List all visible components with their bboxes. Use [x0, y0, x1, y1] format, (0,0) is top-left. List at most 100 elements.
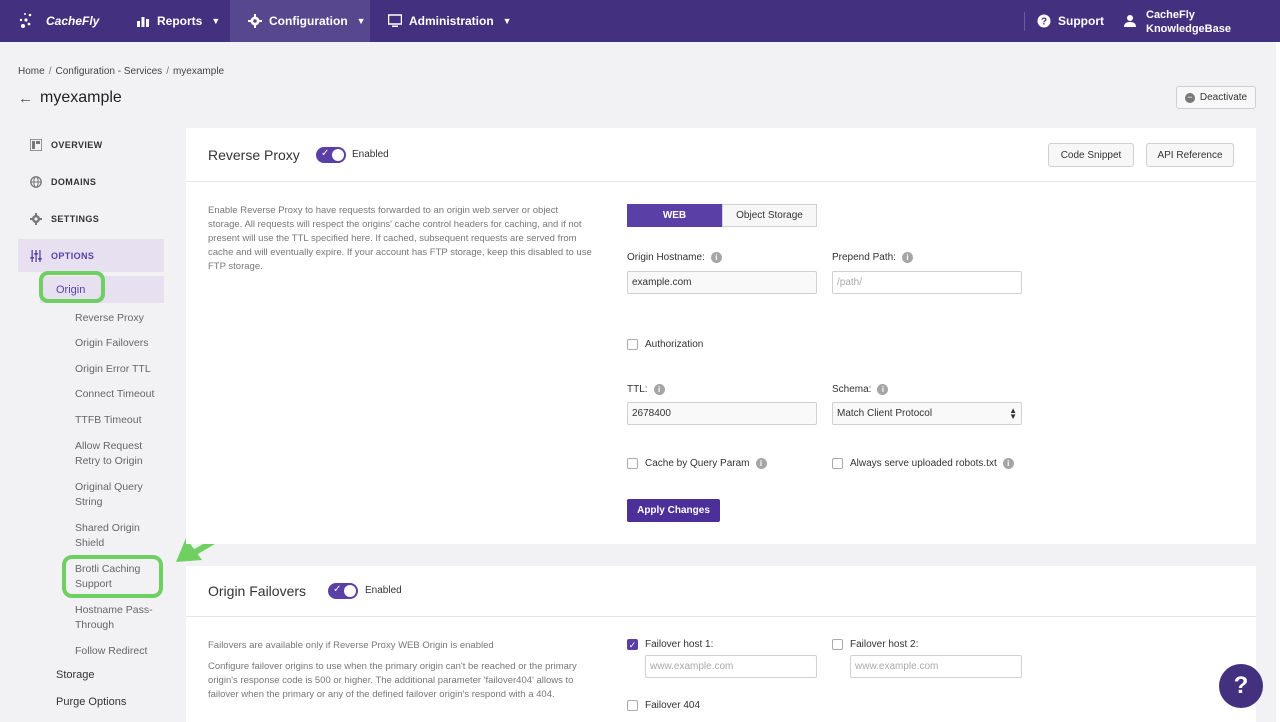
schema-select[interactable]: Match Client Protocol ▲ ▼: [832, 402, 1022, 425]
robots-checkbox[interactable]: [832, 458, 843, 469]
info-icon[interactable]: i: [710, 252, 722, 263]
question-circle-icon: ?: [1037, 14, 1051, 28]
check-icon: ✓: [321, 148, 330, 159]
info-icon[interactable]: i: [877, 384, 889, 395]
top-navbar: CacheFly Reports ▼ Configuration ▼ Admin…: [0, 0, 1280, 42]
user-icon-wrap[interactable]: [1123, 0, 1137, 42]
sidebar-sub-origin-error-ttl[interactable]: Origin Error TTL: [75, 362, 165, 377]
chevron-down-icon: ▼: [356, 16, 366, 26]
origin-failovers-toggle[interactable]: ✓: [328, 583, 358, 599]
failover-host1-label: Failover host 1:: [645, 639, 714, 650]
failover404-label: Failover 404: [645, 700, 701, 711]
nav-divider: [1024, 12, 1025, 31]
robots-label: Always serve uploaded robots.txt: [850, 458, 997, 469]
deactivate-button[interactable]: − Deactivate: [1176, 86, 1256, 109]
origin-hostname-label-row: Origin Hostname: i: [627, 252, 722, 263]
page-title-row: ← myexample: [18, 89, 122, 107]
failovers-description: Configure failover origins to use when t…: [208, 661, 577, 700]
gear-icon: [248, 14, 262, 28]
minus-circle-icon: −: [1184, 92, 1195, 103]
schema-selected-value: Match Client Protocol: [837, 408, 933, 419]
account-name: CacheFly: [1146, 9, 1195, 21]
back-arrow-icon[interactable]: ←: [18, 90, 33, 107]
sidebar-sub-shared-origin-shield[interactable]: Shared Origin Shield: [75, 521, 165, 551]
account-menu[interactable]: CacheFly KnowledgeBase: [1146, 8, 1231, 36]
breadcrumb-configuration-services[interactable]: Configuration - Services: [55, 66, 162, 77]
nav-administration[interactable]: Administration ▼: [388, 0, 512, 42]
info-icon[interactable]: i: [653, 384, 665, 395]
nav-support[interactable]: ? Support: [1037, 0, 1104, 42]
breadcrumb-home[interactable]: Home: [18, 66, 45, 77]
select-arrows-icon: ▲ ▼: [1009, 406, 1017, 421]
failover-host2-checkbox[interactable]: [832, 639, 843, 650]
reverse-proxy-toggle[interactable]: ✓: [316, 147, 346, 163]
origin-failovers-header: Origin Failovers ✓ Enabled: [186, 566, 1256, 617]
user-icon: [1124, 15, 1136, 27]
highlight-origin-annotation: [39, 271, 105, 303]
grid-icon: [30, 139, 42, 151]
logo-text: CacheFly: [46, 14, 100, 28]
failover-host1-input[interactable]: www.example.com: [645, 655, 817, 678]
sidebar-sub-hostname-pass-through[interactable]: Hostname Pass-Through: [75, 603, 165, 633]
nav-reports-label: Reports: [157, 14, 203, 28]
api-reference-button[interactable]: API Reference: [1146, 143, 1234, 167]
cachefly-logo[interactable]: CacheFly: [16, 8, 99, 34]
page-title: myexample: [40, 89, 122, 106]
check-icon: ✓: [333, 584, 342, 595]
reverse-proxy-title: Reverse Proxy: [208, 147, 300, 163]
sidebar-item-purge-options[interactable]: Purge Options: [56, 696, 126, 708]
failover-host1-checkbox[interactable]: ✓: [627, 639, 638, 650]
sidebar-item-label: OPTIONS: [51, 250, 95, 261]
apply-changes-button[interactable]: Apply Changes: [627, 499, 720, 522]
sidebar-item-settings[interactable]: SETTINGS: [18, 205, 164, 233]
failover404-checkbox[interactable]: [627, 700, 638, 711]
sidebar-item-options[interactable]: OPTIONS: [18, 239, 164, 272]
sidebar-sub-origin-failovers[interactable]: Origin Failovers: [75, 336, 165, 351]
breadcrumb-current: myexample: [172, 66, 225, 77]
prepend-path-label-row: Prepend Path: i: [832, 252, 913, 263]
reverse-proxy-toggle-label: Enabled: [352, 149, 389, 160]
sidebar-sub-original-query-string[interactable]: Original Query String: [75, 480, 165, 510]
highlight-brotli-annotation: [62, 555, 163, 598]
nav-configuration-label: Configuration: [269, 14, 348, 28]
cache-by-query-label: Cache by Query Param: [645, 458, 750, 469]
logo-swirl-icon: [19, 13, 32, 28]
cache-by-query-checkbox[interactable]: [627, 458, 638, 469]
monitor-icon: [388, 14, 402, 27]
nav-reports[interactable]: Reports ▼: [136, 0, 220, 42]
help-chat-button[interactable]: ?: [1219, 664, 1263, 708]
sidebar-sub-follow-redirect[interactable]: Follow Redirect: [75, 644, 165, 659]
schema-label: Schema:: [832, 384, 872, 395]
failovers-note: Failovers are available only if Reverse …: [208, 640, 494, 651]
sidebar-sub-ttfb-timeout[interactable]: TTFB Timeout: [75, 413, 165, 428]
globe-icon: [30, 176, 42, 188]
sidebar-item-storage[interactable]: Storage: [56, 669, 95, 681]
account-org: KnowledgeBase: [1146, 23, 1231, 35]
breadcrumb: Home / Configuration - Services / myexam…: [18, 66, 224, 77]
nav-administration-label: Administration: [409, 14, 494, 28]
sidebar-sub-allow-request-retry[interactable]: Allow Request Retry to Origin: [75, 439, 165, 469]
code-snippet-button[interactable]: Code Snippet: [1048, 143, 1134, 167]
cache-by-query-label-row: Cache by Query Param i: [645, 458, 767, 469]
sidebar-sub-connect-timeout[interactable]: Connect Timeout: [75, 387, 165, 402]
failover-host2-input[interactable]: www.example.com: [850, 655, 1022, 678]
authorization-label: Authorization: [645, 339, 704, 350]
tab-web[interactable]: WEB: [627, 204, 722, 227]
ttl-input[interactable]: 2678400: [627, 402, 817, 425]
nav-configuration[interactable]: Configuration ▼: [230, 0, 370, 42]
info-icon[interactable]: i: [755, 458, 767, 469]
prepend-path-input[interactable]: /path/: [832, 271, 1022, 294]
sliders-icon: [30, 249, 42, 262]
sidebar-item-overview[interactable]: OVERVIEW: [18, 131, 164, 159]
sidebar-item-domains[interactable]: DOMAINS: [18, 168, 164, 196]
breadcrumb-separator: /: [48, 66, 52, 77]
authorization-checkbox[interactable]: [627, 339, 638, 350]
info-icon[interactable]: i: [901, 252, 913, 263]
bar-chart-icon: [137, 17, 149, 27]
info-icon[interactable]: i: [1002, 458, 1014, 469]
tab-object-storage[interactable]: Object Storage: [722, 204, 817, 227]
robots-label-row: Always serve uploaded robots.txt i: [850, 458, 1014, 469]
sidebar-sub-reverse-proxy[interactable]: Reverse Proxy: [75, 311, 165, 326]
deactivate-label: Deactivate: [1199, 92, 1248, 103]
origin-hostname-input[interactable]: example.com: [627, 271, 817, 294]
